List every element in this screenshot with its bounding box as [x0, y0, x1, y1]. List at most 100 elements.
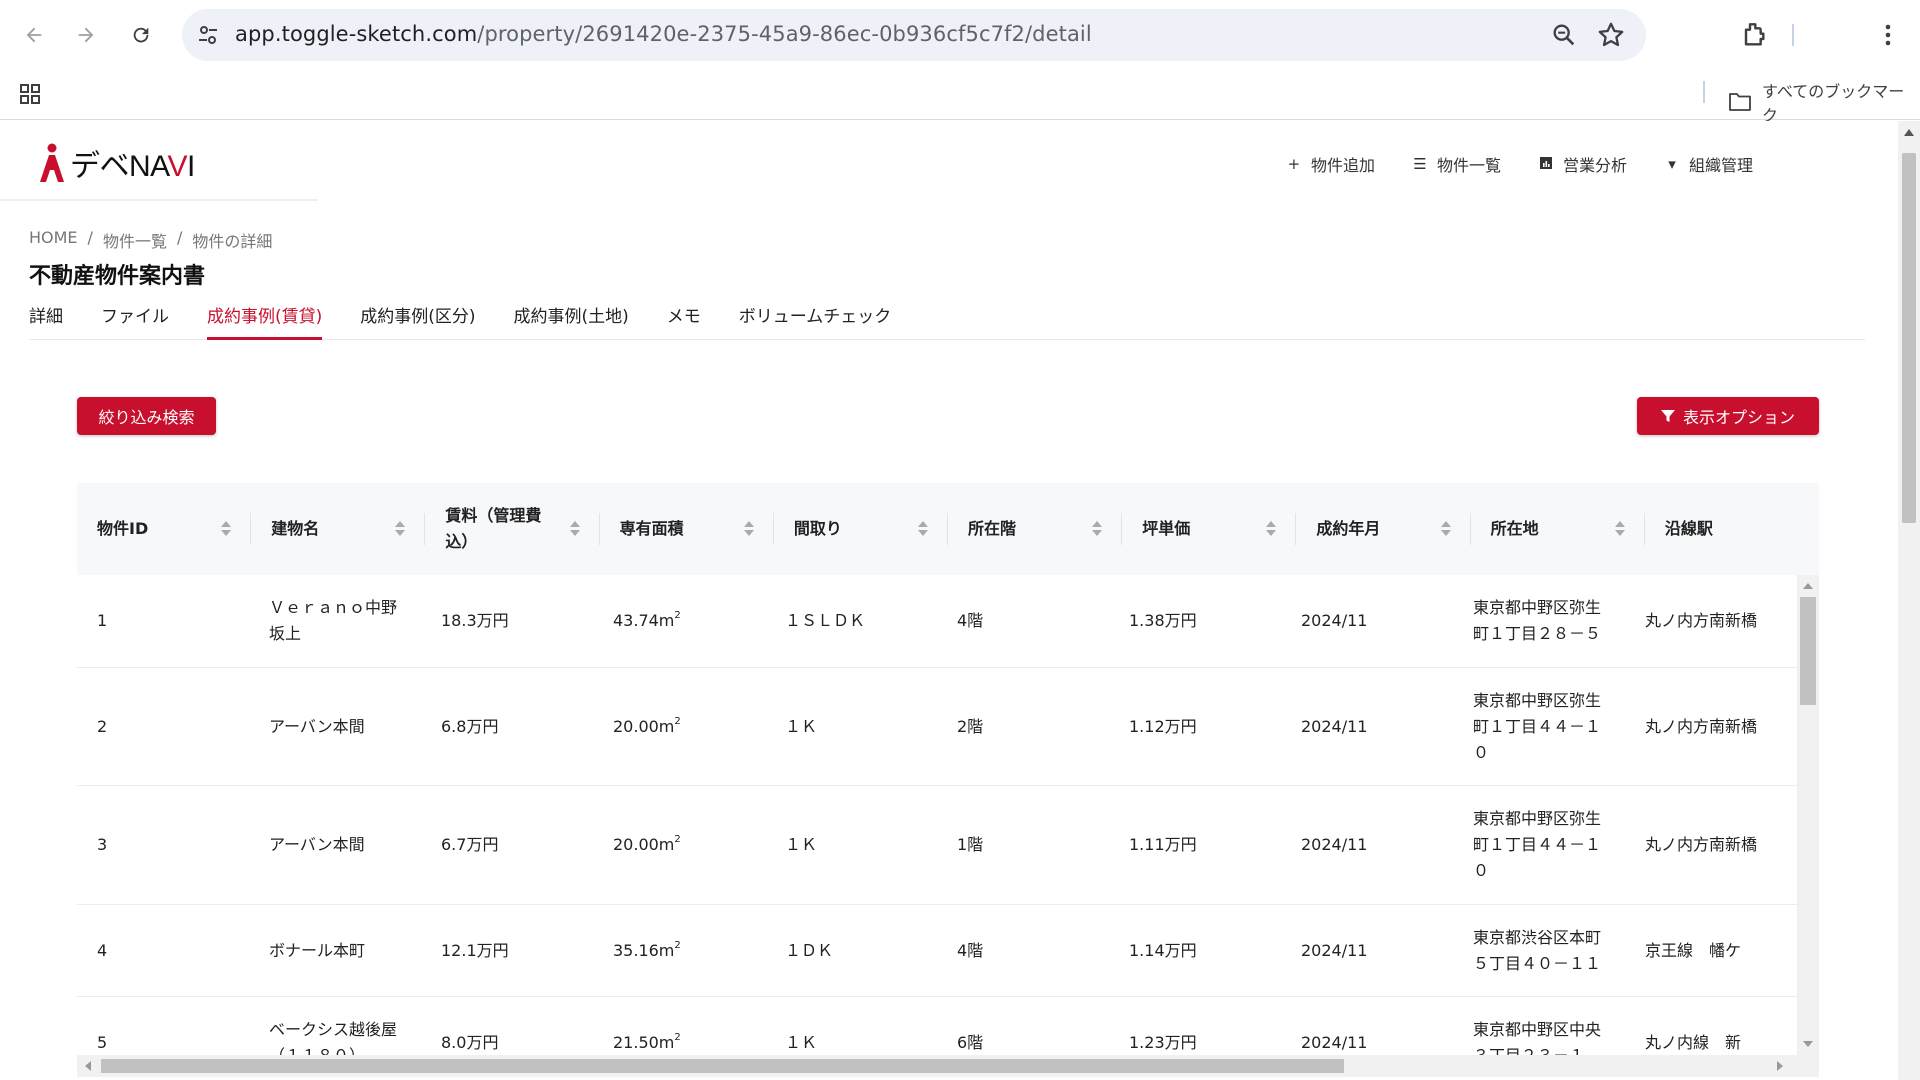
nav-add-property[interactable]: + 物件追加 [1287, 152, 1375, 176]
folder-icon [1729, 93, 1751, 111]
scroll-up-arrow-icon[interactable] [1904, 129, 1914, 136]
url-text[interactable]: app.toggle-sketch.com/property/2691420e-… [235, 22, 1092, 46]
column-header-name[interactable]: 建物名 [251, 483, 426, 575]
column-header-station[interactable]: 沿線駅 [1645, 483, 1819, 575]
sort-icon[interactable] [743, 521, 754, 537]
breadcrumb: HOME / 物件一覧 / 物件の詳細 [29, 228, 272, 252]
bookmark-star-icon[interactable] [1596, 20, 1626, 50]
cell-tsubo-price: 1.38万円 [1129, 611, 1197, 630]
table-body: 1 Ｖｅｒａｎｏ中野坂上 18.3万円 43.74m 2 １ＳＬＤＫ 4階 1.3… [77, 575, 1797, 1055]
scroll-right-arrow-icon[interactable] [1777, 1061, 1783, 1071]
forward-button[interactable] [68, 17, 104, 53]
column-header-id[interactable]: 物件ID [77, 483, 252, 575]
address-bar[interactable]: app.toggle-sketch.com/property/2691420e-… [182, 9, 1646, 61]
tab-detail[interactable]: 詳細 [29, 302, 63, 340]
scroll-left-arrow-icon[interactable] [85, 1061, 91, 1071]
cell-tsubo-price: 1.14万円 [1129, 940, 1197, 960]
scroll-down-arrow-icon[interactable] [1803, 1041, 1813, 1047]
tab-memo[interactable]: メモ [667, 302, 701, 340]
tab-contracts-rental[interactable]: 成約事例(賃貸) [207, 302, 323, 340]
app-logo[interactable]: デベNAVI [38, 141, 195, 185]
nav-property-list[interactable]: ☰ 物件一覧 [1413, 152, 1501, 176]
header-divider [0, 199, 318, 201]
cell-tsubo-price: 1.11万円 [1129, 835, 1197, 854]
table-row[interactable]: 1 Ｖｅｒａｎｏ中野坂上 18.3万円 43.74m 2 １ＳＬＤＫ 4階 1.3… [77, 575, 1797, 668]
breadcrumb-separator: / [87, 228, 93, 247]
scroll-thumb[interactable] [1902, 153, 1916, 523]
display-options-button[interactable]: 表示オプション [1637, 397, 1819, 435]
tab-files[interactable]: ファイル [101, 302, 169, 340]
back-button[interactable] [16, 17, 52, 53]
site-settings-icon[interactable] [196, 23, 220, 47]
cell-rent: 6.7万円 [441, 835, 499, 854]
sort-icon[interactable] [221, 521, 232, 537]
sort-icon[interactable] [1266, 521, 1277, 537]
more-vert-icon[interactable] [1876, 20, 1900, 50]
nav-label: 物件一覧 [1436, 156, 1501, 175]
sort-icon[interactable] [1614, 521, 1625, 537]
column-header-tsubo-price[interactable]: 坪単価 [1122, 483, 1297, 575]
cell-area: 20.00m 2 [593, 786, 765, 904]
reload-button[interactable] [123, 17, 159, 53]
column-header-rent[interactable]: 賃料（管理費込） [425, 483, 600, 575]
tab-contracts-unit[interactable]: 成約事例(区分) [360, 302, 475, 340]
filter-search-button[interactable]: 絞り込み検索 [77, 397, 216, 435]
cell-name: Ｖｅｒａｎｏ中野坂上 [269, 598, 398, 643]
column-header-area[interactable]: 専有面積 [600, 483, 774, 575]
table-row[interactable]: 2 アーバン本間 6.8万円 20.00m 2 １Ｋ 2階 1.12万円 2024… [77, 668, 1797, 786]
logo-person-icon [40, 143, 64, 182]
table-header: 物件ID 建物名 賃料（管理費込） 専有面積 間取り 所在階 坪単価 成約年月 … [77, 483, 1819, 575]
cell-contract-date: 2024/11 [1301, 716, 1368, 736]
cell-address: 東京都中野区弥生町１丁目４４－１０ [1473, 690, 1602, 762]
browser-toolbar: app.toggle-sketch.com/property/2691420e-… [0, 0, 1920, 70]
area-value: 35.16m [613, 940, 675, 960]
cell-id: 5 [97, 1032, 108, 1052]
cell-contract-date: 2024/11 [1301, 835, 1368, 854]
logo-na: NA [129, 150, 168, 183]
table-row[interactable]: 4 ボナール本町 12.1万円 35.16m 2 １ＤＫ 4階 1.14万円 20… [77, 905, 1797, 997]
scroll-thumb[interactable] [101, 1059, 1344, 1073]
cell-floor: 1階 [957, 835, 984, 854]
tab-contracts-land[interactable]: 成約事例(土地) [514, 302, 629, 340]
extensions-icon[interactable] [1738, 19, 1770, 51]
column-label: 専有面積 [619, 519, 684, 538]
main-nav: + 物件追加 ☰ 物件一覧 営業分析 ▾ 組織管理 [1287, 152, 1753, 176]
breadcrumb-property-list[interactable]: 物件一覧 [103, 228, 167, 252]
column-header-address[interactable]: 所在地 [1471, 483, 1645, 575]
page-title: 不動産物件案内書 [29, 264, 206, 289]
bookmark-bar: すべてのブックマーク [0, 70, 1920, 125]
breadcrumb-home[interactable]: HOME [29, 228, 78, 252]
column-header-layout[interactable]: 間取り [774, 483, 949, 575]
tab-volume-check[interactable]: ボリュームチェック [739, 302, 892, 340]
area-value: 21.50m [613, 1032, 675, 1052]
cell-area: 43.74m 2 [593, 575, 765, 667]
logo-i: I [186, 150, 195, 183]
sort-icon[interactable] [1092, 521, 1103, 537]
table-row[interactable]: 5 ベークシス越後屋（１１８０） 8.0万円 21.50m 2 １Ｋ 6階 1.2… [77, 997, 1797, 1056]
page-vertical-scrollbar[interactable] [1898, 121, 1920, 1080]
sort-icon[interactable] [395, 521, 406, 537]
scroll-up-arrow-icon[interactable] [1803, 583, 1813, 589]
sort-icon[interactable] [569, 521, 580, 537]
arrow-left-icon [26, 27, 42, 43]
nav-sales-analysis[interactable]: 営業分析 [1539, 152, 1627, 176]
zoom-icon[interactable] [1550, 21, 1578, 49]
scroll-thumb[interactable] [1800, 597, 1816, 705]
column-header-floor[interactable]: 所在階 [948, 483, 1123, 575]
sort-icon[interactable] [1440, 521, 1451, 537]
logo-v: V [167, 150, 187, 183]
nav-label: 物件追加 [1310, 156, 1375, 175]
sort-icon[interactable] [918, 521, 929, 537]
cell-rent: 18.3万円 [441, 611, 509, 630]
all-bookmarks-button[interactable]: すべてのブックマーク [1728, 78, 1920, 126]
column-header-contract-date[interactable]: 成約年月 [1296, 483, 1471, 575]
nav-label: 組織管理 [1688, 156, 1753, 175]
table-horizontal-scrollbar[interactable] [77, 1055, 1819, 1077]
nav-org-management[interactable]: ▾ 組織管理 [1665, 152, 1753, 176]
table-row[interactable]: 3 アーバン本間 6.7万円 20.00m 2 １Ｋ 1階 1.11万円 2024… [77, 786, 1797, 905]
table-vertical-scrollbar[interactable] [1797, 575, 1819, 1055]
plus-icon: + [1287, 155, 1301, 173]
column-label: 物件ID [97, 519, 149, 538]
cell-floor: 4階 [957, 611, 984, 630]
apps-grid-icon[interactable] [18, 82, 42, 106]
